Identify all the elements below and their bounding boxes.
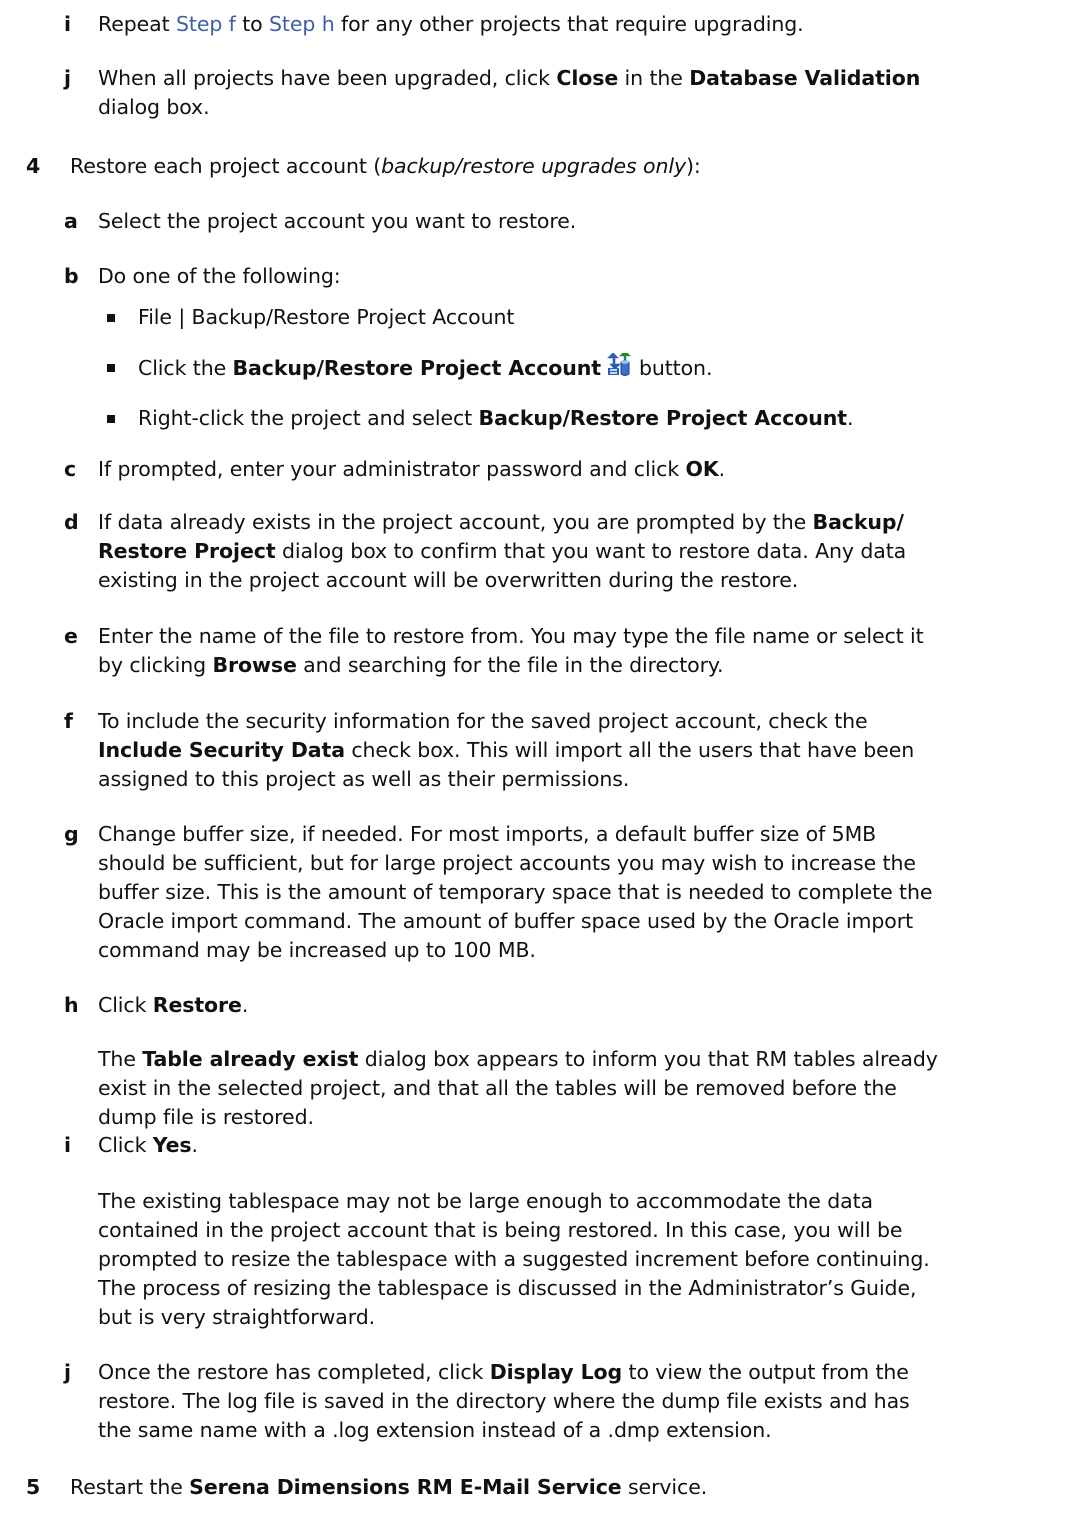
step-f-link[interactable]: Step f	[176, 12, 236, 36]
step-marker: j	[64, 66, 71, 90]
step-marker: i	[64, 12, 71, 36]
step-number: 4	[26, 154, 41, 178]
step-marker: j	[64, 1360, 71, 1384]
step-marker: f	[64, 709, 73, 733]
step-g-buffer: g Change buffer size, if needed. For mos…	[64, 822, 933, 962]
bullet-icon	[107, 314, 115, 322]
step-i-yes: i Click Yes.	[64, 1131, 1064, 1160]
step-marker: i	[64, 1133, 71, 1157]
step-d-confirm: d If data already exists in the project …	[64, 510, 907, 592]
step-h-restore: h Click Restore.	[64, 991, 1064, 1020]
bullet-menu-path: File | Backup/Restore Project Account	[107, 303, 1067, 332]
backup-restore-icon	[607, 353, 631, 376]
step-e-filename: e Enter the name of the file to restore …	[64, 624, 924, 677]
step-marker: h	[64, 993, 79, 1017]
step-b-options: b Do one of the following:	[64, 262, 1064, 291]
bullet-right-click: Right-click the project and select Backu…	[107, 404, 1067, 433]
step-j-display-log: j Once the restore has completed, click …	[64, 1360, 910, 1442]
step-i-repeat: i Repeat Step f to Step h for any other …	[64, 10, 1084, 39]
step-j-close-dialog: j When all projects have been upgraded, …	[64, 66, 921, 119]
step-a-select: a Select the project account you want to…	[64, 207, 1064, 236]
step-c-password: c If prompted, enter your administrator …	[64, 455, 1064, 484]
bullet-toolbar-button: Click the Backup/Restore Project Account…	[107, 353, 1067, 383]
bullet-icon	[107, 364, 115, 372]
step-f-security: f To include the security information fo…	[64, 709, 915, 791]
document-page: i Repeat Step f to Step h for any other …	[0, 0, 1091, 1537]
step-4-restore: 4 Restore each project account (backup/r…	[26, 152, 1046, 181]
step-marker: b	[64, 264, 79, 288]
step-marker: a	[64, 209, 78, 233]
table-exist-paragraph: The Table already exist dialog box appea…	[98, 1047, 938, 1129]
step-marker: c	[64, 457, 77, 481]
tablespace-paragraph: The existing tablespace may not be large…	[98, 1189, 930, 1329]
step-h-link[interactable]: Step h	[269, 12, 335, 36]
step-marker: e	[64, 624, 78, 648]
step-marker: g	[64, 822, 79, 846]
step-marker: d	[64, 510, 79, 534]
step-number: 5	[26, 1475, 41, 1499]
step-5-restart: 5 Restart the Serena Dimensions RM E-Mai…	[26, 1473, 1076, 1502]
bullet-icon	[107, 415, 115, 423]
